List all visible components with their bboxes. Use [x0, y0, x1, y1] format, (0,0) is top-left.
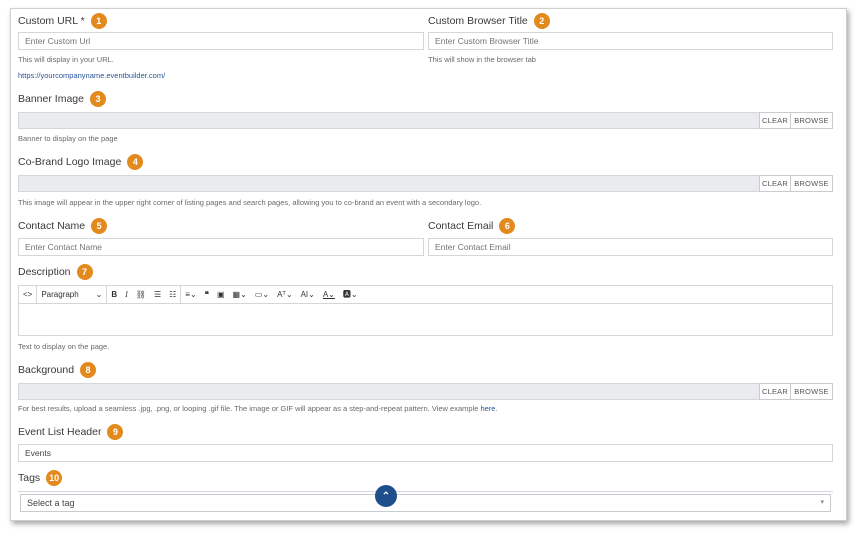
banner-browse-button[interactable]: BROWSE	[790, 112, 833, 129]
browser-title-input[interactable]	[428, 32, 833, 50]
tags-label: Tags 10	[18, 470, 63, 486]
font-color-icon[interactable]: A⌄	[319, 286, 339, 303]
text-size-icon[interactable]: AI⌄	[297, 286, 319, 303]
tags-select[interactable]: Select a tag ▾	[20, 494, 831, 512]
scroll-to-top-button[interactable]: ⌃	[375, 485, 397, 507]
custom-url-base-link: https://yourcompanyname.eventbuilder.com…	[18, 71, 166, 80]
banner-image-file-field[interactable]: CLEAR BROWSE	[18, 112, 833, 129]
background-help-text: For best results, upload a seamless .jpg…	[18, 404, 481, 413]
code-icon[interactable]: <>	[19, 286, 38, 303]
cobrand-logo-label-text: Co-Brand Logo Image	[18, 156, 122, 168]
event-settings-form: Custom URL * 1 This will display in your…	[10, 8, 847, 521]
table-icon[interactable]: ▦⌄	[229, 286, 251, 303]
description-label-text: Description	[18, 266, 71, 278]
tags-select-placeholder: Select a tag	[27, 498, 75, 508]
description-editor-toolbar: <> Paragraph ⌄ B I ⛓ ☰ ☷ ≡⌄ ❝ ▣ ▦⌄ ▭⌄ Aᵀ…	[18, 285, 833, 304]
contact-name-label: Contact Name 5	[18, 218, 108, 234]
description-label: Description 7	[18, 264, 93, 280]
media-icon[interactable]: ▭⌄	[251, 286, 273, 303]
step-badge: 5	[91, 218, 108, 234]
align-icon[interactable]: ≡⌄	[181, 286, 200, 303]
contact-email-label: Contact Email 6	[428, 218, 516, 234]
highlight-icon[interactable]: 🅰⌄	[339, 286, 362, 303]
event-list-header-label: Event List Header 9	[18, 424, 124, 440]
format-select[interactable]: Paragraph ⌄	[37, 286, 108, 303]
cobrand-logo-label: Co-Brand Logo Image 4	[18, 154, 144, 170]
italic-icon[interactable]: I	[121, 286, 132, 303]
step-badge: 10	[46, 470, 63, 486]
event-list-header-input[interactable]: Events	[18, 444, 833, 462]
chevron-up-icon: ⌃	[381, 490, 391, 502]
browser-title-label: Custom Browser Title 2	[428, 13, 550, 29]
bullet-list-icon[interactable]: ☰	[150, 286, 165, 303]
step-badge: 2	[533, 13, 550, 29]
banner-clear-button[interactable]: CLEAR	[759, 112, 791, 129]
link-icon[interactable]: ⛓	[132, 286, 150, 303]
custom-url-help: This will display in your URL.	[18, 55, 114, 64]
description-editor-body[interactable]	[18, 304, 833, 336]
cobrand-browse-button[interactable]: BROWSE	[790, 175, 833, 192]
step-badge: 6	[499, 218, 516, 234]
chevron-down-icon: ⌄	[95, 290, 103, 299]
step-badge: 7	[76, 264, 93, 280]
cobrand-logo-file-field[interactable]: CLEAR BROWSE	[18, 175, 833, 192]
tags-divider	[18, 491, 833, 492]
background-help-suffix: .	[495, 404, 498, 413]
step-badge: 1	[90, 13, 107, 29]
image-icon[interactable]: ▣	[213, 286, 229, 303]
step-badge: 8	[80, 362, 97, 378]
bold-icon[interactable]: B	[107, 286, 121, 303]
custom-url-input[interactable]	[18, 32, 424, 50]
event-list-header-label-text: Event List Header	[18, 426, 102, 438]
contact-email-input[interactable]	[428, 238, 833, 256]
step-badge: 9	[107, 424, 124, 440]
quote-icon[interactable]: ❝	[201, 286, 213, 303]
banner-image-label-text: Banner Image	[18, 93, 84, 105]
background-example-link[interactable]: here	[480, 404, 495, 413]
banner-image-label: Banner Image 3	[18, 91, 106, 107]
cobrand-clear-button[interactable]: CLEAR	[759, 175, 791, 192]
background-help: For best results, upload a seamless .jpg…	[18, 404, 498, 413]
step-badge: 4	[127, 154, 144, 170]
background-label-text: Background	[18, 364, 75, 376]
step-badge: 3	[89, 91, 106, 107]
numbered-list-icon[interactable]: ☷	[165, 286, 182, 303]
description-help: Text to display on the page.	[18, 342, 110, 351]
contact-name-input[interactable]	[18, 238, 424, 256]
browser-title-label-text: Custom Browser Title	[428, 15, 528, 27]
custom-url-label: Custom URL * 1	[18, 13, 107, 29]
chevron-down-icon: ▾	[820, 499, 824, 506]
background-clear-button[interactable]: CLEAR	[759, 383, 791, 400]
background-label: Background 8	[18, 362, 97, 378]
custom-url-label-text: Custom URL *	[18, 15, 85, 27]
browser-title-help: This will show in the browser tab	[428, 55, 536, 64]
font-size-icon[interactable]: Aᵀ⌄	[273, 286, 297, 303]
contact-email-label-text: Contact Email	[428, 220, 494, 232]
contact-name-label-text: Contact Name	[18, 220, 86, 232]
format-select-value: Paragraph	[41, 290, 79, 299]
banner-image-help: Banner to display on the page	[18, 134, 118, 143]
background-file-field[interactable]: CLEAR BROWSE	[18, 383, 833, 400]
tags-label-text: Tags	[18, 472, 41, 484]
cobrand-logo-help: This image will appear in the upper righ…	[18, 198, 482, 207]
background-browse-button[interactable]: BROWSE	[790, 383, 833, 400]
